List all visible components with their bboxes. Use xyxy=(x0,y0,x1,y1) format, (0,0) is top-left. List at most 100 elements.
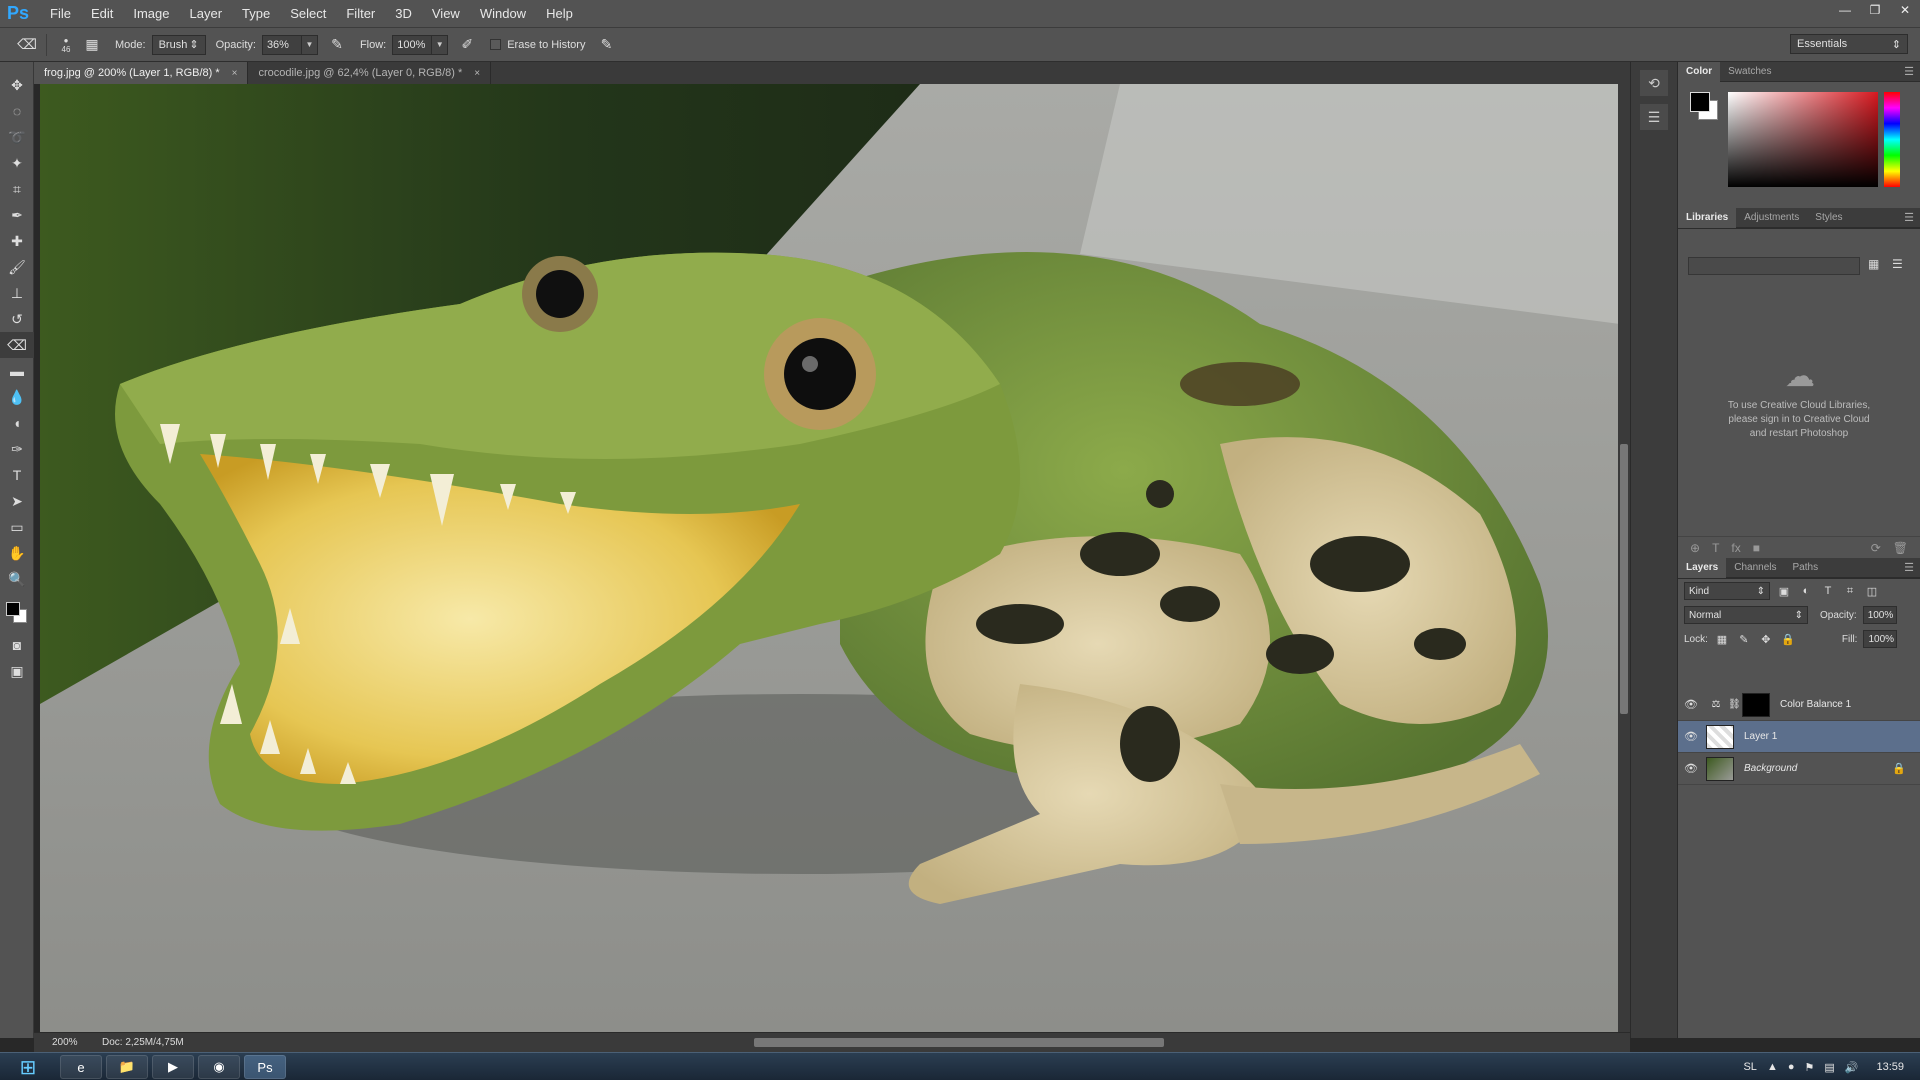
shape-filter-icon[interactable]: ⌗ xyxy=(1842,583,1858,599)
add-graphic-icon[interactable]: ⊕ xyxy=(1690,541,1700,555)
brush-panel-icon[interactable]: ▦ xyxy=(79,33,105,57)
photoshop-taskbar-icon[interactable]: Ps xyxy=(244,1055,286,1079)
quick-select-tool-icon[interactable]: ✦ xyxy=(0,150,34,176)
visibility-eye-icon[interactable]: 👁 xyxy=(1678,762,1704,775)
menu-select[interactable]: Select xyxy=(280,0,336,28)
mode-select[interactable]: Brush ⇕ xyxy=(151,34,206,55)
pixel-filter-icon[interactable]: ▣ xyxy=(1776,583,1792,599)
foreground-color-swatch[interactable] xyxy=(6,602,20,616)
panel-menu-icon[interactable]: ☰ xyxy=(1904,65,1914,78)
visibility-eye-icon[interactable]: 👁 xyxy=(1678,698,1704,711)
layer-name[interactable]: Color Balance 1 xyxy=(1780,699,1851,710)
close-button[interactable]: ✕ xyxy=(1890,0,1920,20)
layer-name[interactable]: Layer 1 xyxy=(1744,731,1777,742)
menu-view[interactable]: View xyxy=(422,0,470,28)
properties-panel-icon[interactable]: ☰ xyxy=(1640,104,1668,130)
crop-tool-icon[interactable]: ⌗ xyxy=(0,176,34,202)
move-tool-icon[interactable]: ✥ xyxy=(0,72,34,98)
type-filter-icon[interactable]: T xyxy=(1820,583,1836,599)
workspace-select[interactable]: Essentials ⇕ xyxy=(1790,34,1908,54)
flow-field[interactable]: 100% xyxy=(392,34,433,55)
tab-styles[interactable]: Styles xyxy=(1807,208,1850,228)
blend-mode-select[interactable]: Normal ⇕ xyxy=(1684,606,1808,624)
pen-tool-icon[interactable]: ✑ xyxy=(0,436,34,462)
close-tab-icon[interactable]: × xyxy=(232,68,238,79)
network-icon[interactable]: ⚑ xyxy=(1804,1061,1814,1074)
eraser-tool-icon[interactable]: ⌫ xyxy=(0,332,34,358)
document-info[interactable]: Doc: 2,25M/4,75M xyxy=(92,1037,252,1048)
gradient-tool-icon[interactable]: ▬ xyxy=(0,358,34,384)
zoom-tool-icon[interactable]: 🔍 xyxy=(0,566,34,592)
media-taskbar-icon[interactable]: ▶ xyxy=(152,1055,194,1079)
brush-tool-icon[interactable]: 🖌 xyxy=(0,254,34,280)
layer-row-color-balance[interactable]: 👁 ⚖ ⛓ Color Balance 1 xyxy=(1678,689,1920,721)
add-text-icon[interactable]: T xyxy=(1712,541,1719,555)
action-center-icon[interactable]: ▤ xyxy=(1824,1061,1834,1074)
tab-paths[interactable]: Paths xyxy=(1785,558,1827,578)
horizontal-scroll-thumb[interactable] xyxy=(754,1038,1164,1047)
menu-type[interactable]: Type xyxy=(232,0,280,28)
panel-menu-icon[interactable]: ☰ xyxy=(1904,211,1914,224)
screen-mode-icon[interactable]: ▣ xyxy=(0,658,34,684)
layer-row-background[interactable]: 👁 Background 🔒 xyxy=(1678,753,1920,785)
erase-history-checkbox[interactable] xyxy=(490,39,502,50)
smart-object-filter-icon[interactable]: ◫ xyxy=(1864,583,1880,599)
dodge-tool-icon[interactable]: ◖ xyxy=(0,410,34,436)
panel-menu-icon[interactable]: ☰ xyxy=(1904,561,1914,574)
path-select-tool-icon[interactable]: ➤ xyxy=(0,488,34,514)
horizontal-scrollbar[interactable] xyxy=(254,1037,1620,1048)
kind-filter-select[interactable]: Kind ⇕ xyxy=(1684,582,1770,600)
restore-button[interactable]: ❐ xyxy=(1860,0,1890,20)
list-view-icon[interactable]: ☰ xyxy=(1892,257,1908,273)
close-tab-icon[interactable]: × xyxy=(474,68,480,79)
opacity-dropdown-icon[interactable]: ▼ xyxy=(301,34,318,55)
menu-file[interactable]: File xyxy=(40,0,81,28)
blur-tool-icon[interactable]: 💧 xyxy=(0,384,34,410)
layer-row-layer-1[interactable]: 👁 Layer 1 xyxy=(1678,721,1920,753)
tab-frog[interactable]: frog.jpg @ 200% (Layer 1, RGB/8) * × xyxy=(34,62,249,84)
marquee-tool-icon[interactable]: ◌ xyxy=(0,98,34,124)
color-field[interactable] xyxy=(1728,92,1878,187)
tray-expand-icon[interactable]: ▲ xyxy=(1767,1061,1778,1073)
add-color-icon[interactable]: ■ xyxy=(1753,541,1760,555)
grid-view-icon[interactable]: ▦ xyxy=(1868,257,1884,273)
airbrush-icon[interactable]: ✐ xyxy=(454,33,480,57)
clone-stamp-tool-icon[interactable]: ⊥ xyxy=(0,280,34,306)
tab-channels[interactable]: Channels xyxy=(1726,558,1784,578)
start-button-icon[interactable]: ⊞ xyxy=(8,1053,48,1080)
lock-image-icon[interactable]: ✎ xyxy=(1736,631,1752,647)
language-indicator[interactable]: SL xyxy=(1743,1061,1756,1073)
vertical-scrollbar[interactable] xyxy=(1618,84,1630,1032)
adjustment-filter-icon[interactable]: ◐ xyxy=(1798,583,1814,599)
tab-swatches[interactable]: Swatches xyxy=(1720,62,1779,82)
ie-taskbar-icon[interactable]: e xyxy=(60,1055,102,1079)
hand-tool-icon[interactable]: ✋ xyxy=(0,540,34,566)
visibility-eye-icon[interactable]: 👁 xyxy=(1678,730,1704,743)
menu-layer[interactable]: Layer xyxy=(180,0,233,28)
layer-mask-thumbnail[interactable] xyxy=(1742,692,1770,717)
document-canvas[interactable] xyxy=(40,84,1618,1032)
menu-window[interactable]: Window xyxy=(470,0,536,28)
tab-crocodile[interactable]: crocodile.jpg @ 62,4% (Layer 0, RGB/8) *… xyxy=(248,62,492,84)
lasso-tool-icon[interactable]: ➰ xyxy=(0,124,34,150)
menu-edit[interactable]: Edit xyxy=(81,0,123,28)
lock-transparent-icon[interactable]: ▦ xyxy=(1714,631,1730,647)
rectangle-tool-icon[interactable]: ▭ xyxy=(0,514,34,540)
hue-slider[interactable] xyxy=(1884,92,1900,187)
healing-brush-tool-icon[interactable]: ✚ xyxy=(0,228,34,254)
eraser-preset-icon[interactable]: ⌫ xyxy=(14,33,40,57)
tab-adjustments[interactable]: Adjustments xyxy=(1736,208,1807,228)
pressure-size-icon[interactable]: ✎ xyxy=(593,33,619,57)
volume-icon[interactable]: 🔊 xyxy=(1845,1061,1859,1074)
lock-position-icon[interactable]: ✥ xyxy=(1758,631,1774,647)
layer-opacity-field[interactable]: 100% xyxy=(1862,606,1897,624)
zoom-level[interactable]: 200% xyxy=(34,1037,92,1048)
layer-name[interactable]: Background xyxy=(1744,763,1797,774)
opacity-field[interactable]: 36% xyxy=(261,34,302,55)
tray-app-icon[interactable]: ● xyxy=(1788,1061,1795,1073)
eyedropper-tool-icon[interactable]: ✒ xyxy=(0,202,34,228)
menu-filter[interactable]: Filter xyxy=(336,0,385,28)
lock-all-icon[interactable]: 🔒 xyxy=(1780,631,1796,647)
library-select[interactable] xyxy=(1688,257,1860,275)
quick-mask-icon[interactable]: ◙ xyxy=(0,632,34,658)
